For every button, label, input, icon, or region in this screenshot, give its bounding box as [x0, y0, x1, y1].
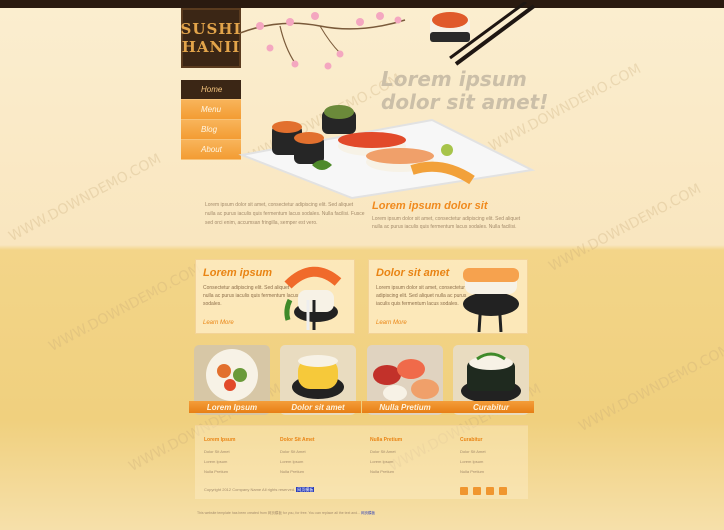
- footer-link[interactable]: Dolor Sit Amet: [280, 447, 360, 457]
- rss-icon[interactable]: [486, 487, 494, 495]
- thumb-label: Nulla Pretium: [362, 401, 448, 413]
- footer-column-3: Nulla Pretium Dolor Sit Amet Lorem Ipsum…: [370, 437, 450, 477]
- logo-line-2: HANII: [181, 38, 241, 56]
- nav-home[interactable]: Home: [181, 80, 241, 100]
- footer-link[interactable]: Dolor Sit Amet: [460, 447, 540, 457]
- thumb-4[interactable]: Curabitur: [448, 345, 534, 415]
- hero-line-1: Lorem ipsum: [381, 67, 527, 91]
- footer-link[interactable]: Dolor Sit Amet: [204, 447, 284, 457]
- footer-link[interactable]: Lorem Ipsum: [204, 457, 284, 467]
- footer-link[interactable]: Nulla Pretium: [370, 467, 450, 477]
- footer-column-2: Dolor Sit Amet Dolor Sit Amet Lorem Ipsu…: [280, 437, 360, 477]
- intro-right-text: Lorem ipsum dolor sit amet, consectetur …: [372, 216, 521, 230]
- thumb-2[interactable]: Dolor sit amet: [275, 345, 361, 415]
- footer-link[interactable]: Nulla Pretium: [204, 467, 284, 477]
- intro-text: Lorem ipsum dolor sit amet, consectetur …: [205, 202, 365, 226]
- footer-link[interactable]: Lorem Ipsum: [370, 457, 450, 467]
- copyright-text: Copyright 2012 Company Name All rights r…: [204, 487, 296, 492]
- feature-title: Dolor sit amet: [376, 267, 450, 279]
- notice-link[interactable]: 网页模板: [361, 511, 375, 515]
- footer-column-title: Lorem Ipsum: [204, 437, 236, 443]
- footer-link[interactable]: Dolor Sit Amet: [370, 447, 450, 457]
- copyright-link[interactable]: 网页模板: [296, 487, 315, 492]
- template-notice: This website template has been created f…: [197, 511, 527, 516]
- intro-right: Lorem ipsum dolor sit Lorem ipsum dolor …: [372, 200, 528, 231]
- learn-more-link[interactable]: Learn More: [376, 320, 407, 326]
- thumb-1[interactable]: Lorem Ipsum: [189, 345, 275, 415]
- footer-link[interactable]: Lorem Ipsum: [280, 457, 360, 467]
- logo-line-1: SUSHI: [180, 20, 242, 38]
- intro-right-title: Lorem ipsum dolor sit: [372, 200, 488, 212]
- social-icons: [460, 487, 507, 495]
- chopsticks-sushi-image: [430, 2, 536, 66]
- feature-box-2: Dolor sit amet Lorem ipsum dolor sit ame…: [368, 259, 528, 334]
- notice-text: This website template has been created f…: [197, 511, 361, 515]
- footer-column-title: Nulla Pretium: [370, 437, 403, 443]
- footer-link[interactable]: Nulla Pretium: [460, 467, 540, 477]
- footer-link[interactable]: Nulla Pretium: [280, 467, 360, 477]
- footer-column-title: Curabitur: [460, 437, 483, 443]
- watermark: WWW.DOWNDEMO.COM: [46, 261, 204, 355]
- footer-column-1: Lorem Ipsum Dolor Sit Amet Lorem Ipsum N…: [204, 437, 284, 477]
- twitter-icon[interactable]: [473, 487, 481, 495]
- footer-column-4: Curabitur Dolor Sit Amet Lorem Ipsum Nul…: [460, 437, 540, 477]
- watermark: WWW.DOWNDEMO.COM: [546, 181, 704, 275]
- thumb-label: Lorem Ipsum: [189, 401, 275, 413]
- sushi-platter-image: [238, 105, 536, 200]
- salmon-nigiri-image: [463, 268, 519, 332]
- footer-link[interactable]: Lorem Ipsum: [460, 457, 540, 467]
- thumb-3[interactable]: Nulla Pretium: [362, 345, 448, 415]
- footer-column-title: Dolor Sit Amet: [280, 437, 315, 443]
- watermark: WWW.DOWNDEMO.COM: [6, 151, 164, 245]
- thumb-label: Curabitur: [448, 401, 534, 413]
- watermark: WWW.DOWNDEMO.COM: [576, 341, 724, 435]
- learn-more-link[interactable]: Learn More: [203, 320, 234, 326]
- share-icon[interactable]: [499, 487, 507, 495]
- feature-box-1: Lorem ipsum Consectetur adipiscing elit.…: [195, 259, 355, 334]
- facebook-icon[interactable]: [460, 487, 468, 495]
- feature-title: Lorem ipsum: [203, 267, 273, 279]
- thumb-label: Dolor sit amet: [275, 401, 361, 413]
- top-bar: [0, 0, 724, 8]
- shrimp-sushi-image: [284, 266, 342, 330]
- copyright: Copyright 2012 Company Name All rights r…: [204, 487, 315, 493]
- logo[interactable]: SUSHI HANII: [181, 8, 241, 68]
